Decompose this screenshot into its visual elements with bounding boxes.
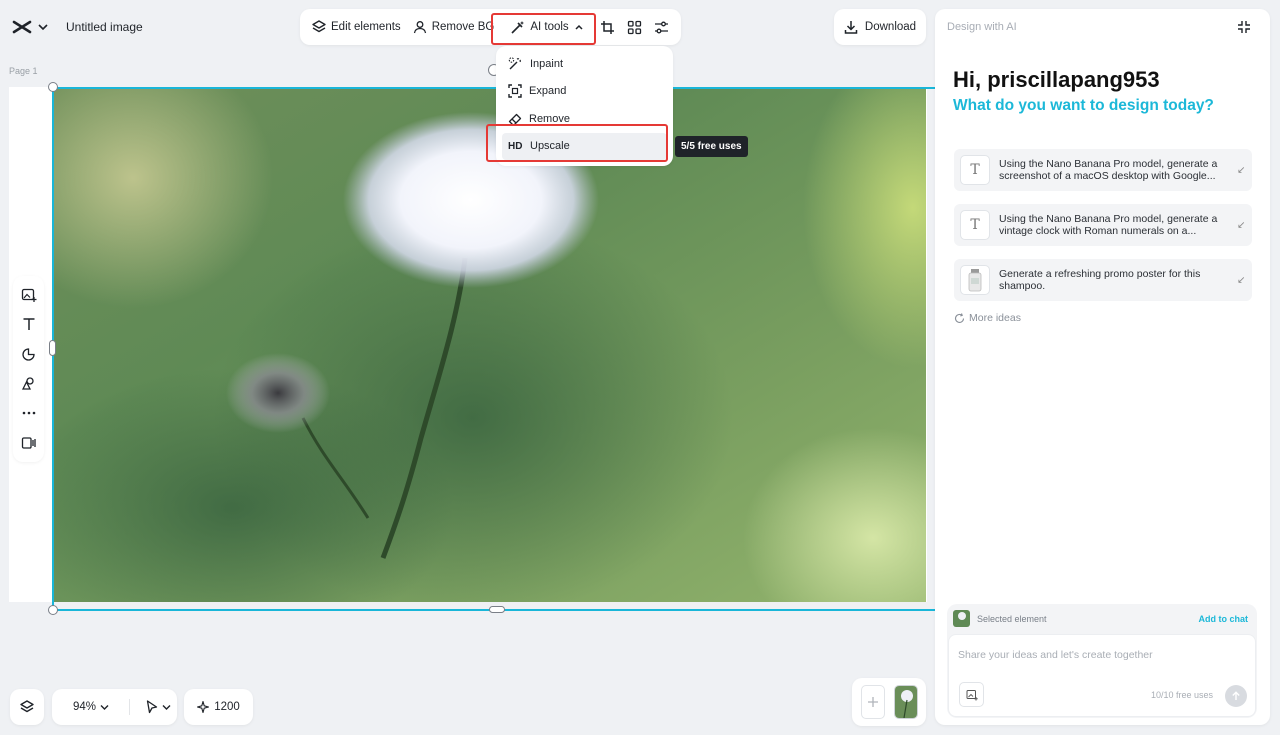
chat-input-area: Share your ideas and let's create togeth… — [948, 634, 1256, 717]
capcut-logo-icon[interactable] — [12, 19, 32, 35]
text-icon: T — [960, 210, 990, 240]
elements-icon — [21, 376, 36, 391]
suggestion-card[interactable]: T Using the Nano Banana Pro model, gener… — [954, 149, 1252, 191]
suggestion-text: Using the Nano Banana Pro model, generat… — [999, 213, 1218, 237]
suggestion-text: Generate a refreshing promo poster for t… — [999, 268, 1201, 292]
zoom-level[interactable]: 94% — [73, 701, 96, 713]
person-icon — [413, 20, 427, 34]
download-label: Download — [864, 21, 917, 33]
text-icon — [22, 317, 36, 331]
crop-button[interactable] — [594, 13, 621, 41]
more-ideas-label: More ideas — [969, 312, 1021, 324]
greeting: Hi, priscillapang953 — [953, 67, 1160, 92]
app-header: Untitled image — [0, 8, 148, 46]
remove-bg-label: Remove BG — [431, 21, 495, 33]
layers-icon — [312, 20, 326, 34]
expand-icon — [508, 84, 522, 98]
menu-item-label: Inpaint — [530, 57, 564, 70]
add-image-icon — [21, 287, 37, 303]
shampoo-thumbnail — [960, 265, 990, 295]
credits-count: 1200 — [214, 701, 240, 713]
panel-title: Design with AI — [947, 21, 1017, 33]
chevron-down-icon[interactable] — [162, 704, 171, 711]
free-uses-tooltip: 5/5 free uses — [675, 136, 748, 157]
more-tools-button[interactable] — [17, 401, 41, 425]
download-button[interactable]: Download — [834, 9, 926, 45]
layers-button[interactable] — [10, 689, 44, 725]
menu-item-inpaint[interactable]: Inpaint — [502, 50, 667, 78]
add-to-chat-button[interactable]: Add to chat — [1199, 614, 1249, 624]
upload-image-button[interactable] — [959, 682, 984, 707]
text-icon: T — [960, 155, 990, 185]
page-thumbnail[interactable] — [893, 685, 918, 719]
remove-bg-button[interactable]: Remove BG — [407, 13, 501, 41]
document-title[interactable]: Untitled image — [66, 20, 143, 34]
design-with-ai-panel: Design with AI Hi, priscillapang953 What… — [935, 9, 1270, 725]
resize-handle-bottom[interactable] — [489, 606, 505, 613]
resize-handle-left[interactable] — [49, 340, 56, 356]
suggestion-card[interactable]: T Using the Nano Banana Pro model, gener… — [954, 204, 1252, 246]
video-icon — [21, 436, 36, 450]
send-button[interactable] — [1225, 685, 1247, 707]
selection-border-top — [52, 87, 935, 89]
ellipsis-icon — [22, 411, 36, 415]
insert-arrow-icon: ↙ — [1237, 164, 1246, 176]
chevron-down-icon[interactable] — [38, 23, 48, 31]
page-label: Page 1 — [9, 66, 38, 76]
chat-input[interactable]: Share your ideas and let's create togeth… — [958, 649, 1153, 661]
download-icon — [844, 20, 858, 34]
pointer-icon[interactable] — [146, 700, 158, 714]
collapse-panel-button[interactable] — [1237, 20, 1251, 34]
canvas-image[interactable] — [53, 88, 926, 602]
resize-handle-top-left[interactable] — [48, 82, 58, 92]
divider — [129, 699, 131, 715]
image-upload-icon — [966, 689, 978, 701]
selected-element-thumbnail — [953, 610, 970, 627]
chevron-down-icon[interactable] — [100, 704, 109, 711]
insert-arrow-icon: ↙ — [1237, 274, 1246, 286]
elements-button[interactable] — [17, 372, 41, 396]
shapes-button[interactable] — [17, 342, 41, 366]
chat-composer: Selected element Add to chat Share your … — [947, 604, 1257, 718]
suggestion-card[interactable]: Generate a refreshing promo poster for t… — [954, 259, 1252, 301]
more-ideas-button[interactable]: More ideas — [954, 312, 1021, 324]
edit-elements-button[interactable]: Edit elements — [306, 13, 407, 41]
menu-item-expand[interactable]: Expand — [502, 78, 667, 106]
menu-item-label: Remove — [529, 112, 570, 125]
page-thumbnails — [852, 678, 926, 726]
video-tool-button[interactable] — [17, 431, 41, 455]
credits-button[interactable]: 1200 — [184, 689, 253, 725]
layers-icon — [20, 700, 34, 714]
edit-elements-label: Edit elements — [331, 21, 401, 33]
left-toolbar — [13, 276, 44, 462]
add-image-button[interactable] — [17, 283, 41, 307]
zoom-controls: 94% — [52, 689, 177, 725]
text-tool-button[interactable] — [17, 312, 41, 336]
upscale-highlight — [486, 124, 668, 162]
menu-item-label: Expand — [529, 85, 567, 98]
sparkle-icon — [197, 701, 210, 713]
plus-icon — [867, 696, 879, 708]
subtitle: What do you want to design today? — [953, 97, 1214, 114]
shapes-icon — [21, 347, 36, 362]
resize-handle-bottom-left[interactable] — [48, 605, 58, 615]
crop-icon — [600, 20, 615, 35]
adjust-button[interactable] — [648, 13, 675, 41]
add-page-button[interactable] — [860, 685, 885, 719]
collapse-icon — [1237, 20, 1251, 34]
sliders-icon — [654, 20, 669, 35]
arrange-button[interactable] — [621, 13, 648, 41]
selected-element-label: Selected element — [977, 614, 1047, 624]
free-uses-counter: 10/10 free uses — [1150, 690, 1213, 700]
suggestion-text: Using the Nano Banana Pro model, generat… — [999, 158, 1218, 182]
arrow-up-icon — [1231, 691, 1241, 701]
refresh-icon — [954, 312, 965, 324]
arrange-icon — [627, 20, 642, 35]
insert-arrow-icon: ↙ — [1237, 219, 1246, 231]
ai-tools-highlight — [491, 13, 596, 45]
inpaint-icon — [508, 56, 523, 71]
